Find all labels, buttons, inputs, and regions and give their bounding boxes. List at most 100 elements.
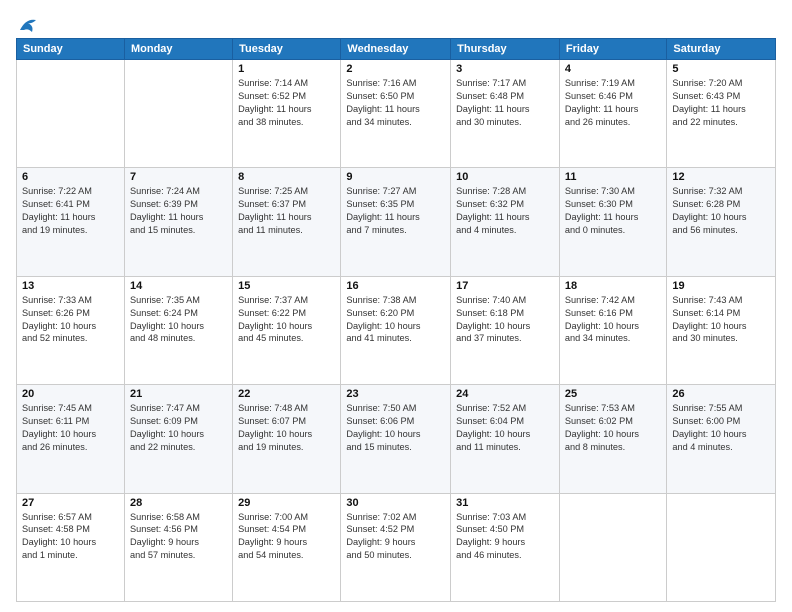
day-info: Sunrise: 7:48 AM Sunset: 6:07 PM Dayligh… [238,402,335,454]
calendar-cell [559,493,666,601]
day-number: 31 [456,497,554,509]
day-info: Sunrise: 7:25 AM Sunset: 6:37 PM Dayligh… [238,185,335,237]
day-number: 25 [565,388,661,400]
day-number: 12 [672,171,770,183]
day-number: 6 [22,171,119,183]
calendar-table: SundayMondayTuesdayWednesdayThursdayFrid… [16,38,776,602]
day-info: Sunrise: 7:24 AM Sunset: 6:39 PM Dayligh… [130,185,227,237]
calendar-cell: 14 Sunrise: 7:35 AM Sunset: 6:24 PM Dayli… [124,276,232,384]
weekday-header-thursday: Thursday [451,39,560,60]
weekday-header-sunday: Sunday [17,39,125,60]
day-number: 18 [565,280,661,292]
calendar-cell [17,60,125,168]
weekday-header-saturday: Saturday [667,39,776,60]
calendar-cell: 6 Sunrise: 7:22 AM Sunset: 6:41 PM Daylig… [17,168,125,276]
day-number: 23 [346,388,445,400]
calendar-cell: 30Sunrise: 7:02 AM Sunset: 4:52 PM Dayli… [341,493,451,601]
day-info: Sunrise: 7:19 AM Sunset: 6:46 PM Dayligh… [565,77,661,129]
calendar-cell: 7 Sunrise: 7:24 AM Sunset: 6:39 PM Daylig… [124,168,232,276]
day-number: 26 [672,388,770,400]
day-info: Sunrise: 7:53 AM Sunset: 6:02 PM Dayligh… [565,402,661,454]
day-number: 21 [130,388,227,400]
day-info: Sunrise: 7:47 AM Sunset: 6:09 PM Dayligh… [130,402,227,454]
day-number: 1 [238,63,335,75]
day-info: Sunrise: 7:16 AM Sunset: 6:50 PM Dayligh… [346,77,445,129]
day-info: Sunrise: 7:20 AM Sunset: 6:43 PM Dayligh… [672,77,770,129]
day-number: 22 [238,388,335,400]
calendar-cell: 25 Sunrise: 7:53 AM Sunset: 6:02 PM Dayli… [559,385,666,493]
calendar-cell: 10 Sunrise: 7:28 AM Sunset: 6:32 PM Dayli… [451,168,560,276]
calendar-cell: 3Sunrise: 7:17 AM Sunset: 6:48 PM Daylig… [451,60,560,168]
day-number: 10 [456,171,554,183]
calendar-cell: 13Sunrise: 7:33 AM Sunset: 6:26 PM Dayli… [17,276,125,384]
day-info: Sunrise: 7:14 AM Sunset: 6:52 PM Dayligh… [238,77,335,129]
calendar-cell: 21 Sunrise: 7:47 AM Sunset: 6:09 PM Dayli… [124,385,232,493]
day-number: 20 [22,388,119,400]
week-row-3: 13Sunrise: 7:33 AM Sunset: 6:26 PM Dayli… [17,276,776,384]
day-info: Sunrise: 7:40 AM Sunset: 6:18 PM Dayligh… [456,294,554,346]
calendar-cell: 27 Sunrise: 6:57 AM Sunset: 4:58 PM Dayli… [17,493,125,601]
day-number: 19 [672,280,770,292]
calendar-cell: 20 Sunrise: 7:45 AM Sunset: 6:11 PM Dayli… [17,385,125,493]
day-info: Sunrise: 7:42 AM Sunset: 6:16 PM Dayligh… [565,294,661,346]
calendar-cell: 16 Sunrise: 7:38 AM Sunset: 6:20 PM Dayli… [341,276,451,384]
day-number: 27 [22,497,119,509]
day-number: 2 [346,63,445,75]
day-info: Sunrise: 7:33 AM Sunset: 6:26 PM Dayligh… [22,294,119,346]
day-number: 14 [130,280,227,292]
calendar-cell: 19 Sunrise: 7:43 AM Sunset: 6:14 PM Dayli… [667,276,776,384]
day-number: 5 [672,63,770,75]
day-info: Sunrise: 6:57 AM Sunset: 4:58 PM Dayligh… [22,511,119,563]
day-number: 28 [130,497,227,509]
calendar-cell: 8 Sunrise: 7:25 AM Sunset: 6:37 PM Daylig… [233,168,341,276]
week-row-1: 1 Sunrise: 7:14 AM Sunset: 6:52 PM Daylig… [17,60,776,168]
calendar-cell: 5 Sunrise: 7:20 AM Sunset: 6:43 PM Daylig… [667,60,776,168]
calendar-cell: 2 Sunrise: 7:16 AM Sunset: 6:50 PM Daylig… [341,60,451,168]
calendar-cell: 26 Sunrise: 7:55 AM Sunset: 6:00 PM Dayli… [667,385,776,493]
day-info: Sunrise: 7:28 AM Sunset: 6:32 PM Dayligh… [456,185,554,237]
day-number: 7 [130,171,227,183]
day-info: Sunrise: 7:45 AM Sunset: 6:11 PM Dayligh… [22,402,119,454]
calendar-cell: 24 Sunrise: 7:52 AM Sunset: 6:04 PM Dayli… [451,385,560,493]
day-number: 17 [456,280,554,292]
calendar-cell: 17 Sunrise: 7:40 AM Sunset: 6:18 PM Dayli… [451,276,560,384]
weekday-header-tuesday: Tuesday [233,39,341,60]
day-info: Sunrise: 7:55 AM Sunset: 6:00 PM Dayligh… [672,402,770,454]
day-number: 4 [565,63,661,75]
calendar-cell: 31Sunrise: 7:03 AM Sunset: 4:50 PM Dayli… [451,493,560,601]
day-info: Sunrise: 7:02 AM Sunset: 4:52 PM Dayligh… [346,511,445,563]
day-info: Sunrise: 7:52 AM Sunset: 6:04 PM Dayligh… [456,402,554,454]
weekday-header-wednesday: Wednesday [341,39,451,60]
calendar-cell [124,60,232,168]
day-info: Sunrise: 7:30 AM Sunset: 6:30 PM Dayligh… [565,185,661,237]
day-info: Sunrise: 7:43 AM Sunset: 6:14 PM Dayligh… [672,294,770,346]
day-info: Sunrise: 7:35 AM Sunset: 6:24 PM Dayligh… [130,294,227,346]
day-info: Sunrise: 7:17 AM Sunset: 6:48 PM Dayligh… [456,77,554,129]
calendar-cell: 4 Sunrise: 7:19 AM Sunset: 6:46 PM Daylig… [559,60,666,168]
weekday-header-friday: Friday [559,39,666,60]
day-info: Sunrise: 7:37 AM Sunset: 6:22 PM Dayligh… [238,294,335,346]
calendar-cell: 18 Sunrise: 7:42 AM Sunset: 6:16 PM Dayli… [559,276,666,384]
day-number: 16 [346,280,445,292]
day-number: 8 [238,171,335,183]
day-number: 9 [346,171,445,183]
page: SundayMondayTuesdayWednesdayThursdayFrid… [0,0,792,612]
day-info: Sunrise: 7:38 AM Sunset: 6:20 PM Dayligh… [346,294,445,346]
logo [16,12,40,30]
day-info: Sunrise: 7:32 AM Sunset: 6:28 PM Dayligh… [672,185,770,237]
day-number: 15 [238,280,335,292]
weekday-header-row: SundayMondayTuesdayWednesdayThursdayFrid… [17,39,776,60]
calendar-cell: 11 Sunrise: 7:30 AM Sunset: 6:30 PM Dayli… [559,168,666,276]
logo-bird-icon [18,16,40,34]
header [16,12,776,30]
day-number: 11 [565,171,661,183]
week-row-2: 6 Sunrise: 7:22 AM Sunset: 6:41 PM Daylig… [17,168,776,276]
day-info: Sunrise: 6:58 AM Sunset: 4:56 PM Dayligh… [130,511,227,563]
day-info: Sunrise: 7:00 AM Sunset: 4:54 PM Dayligh… [238,511,335,563]
day-number: 29 [238,497,335,509]
calendar-cell [667,493,776,601]
calendar-cell: 22 Sunrise: 7:48 AM Sunset: 6:07 PM Dayli… [233,385,341,493]
day-info: Sunrise: 7:22 AM Sunset: 6:41 PM Dayligh… [22,185,119,237]
day-number: 24 [456,388,554,400]
week-row-4: 20 Sunrise: 7:45 AM Sunset: 6:11 PM Dayli… [17,385,776,493]
